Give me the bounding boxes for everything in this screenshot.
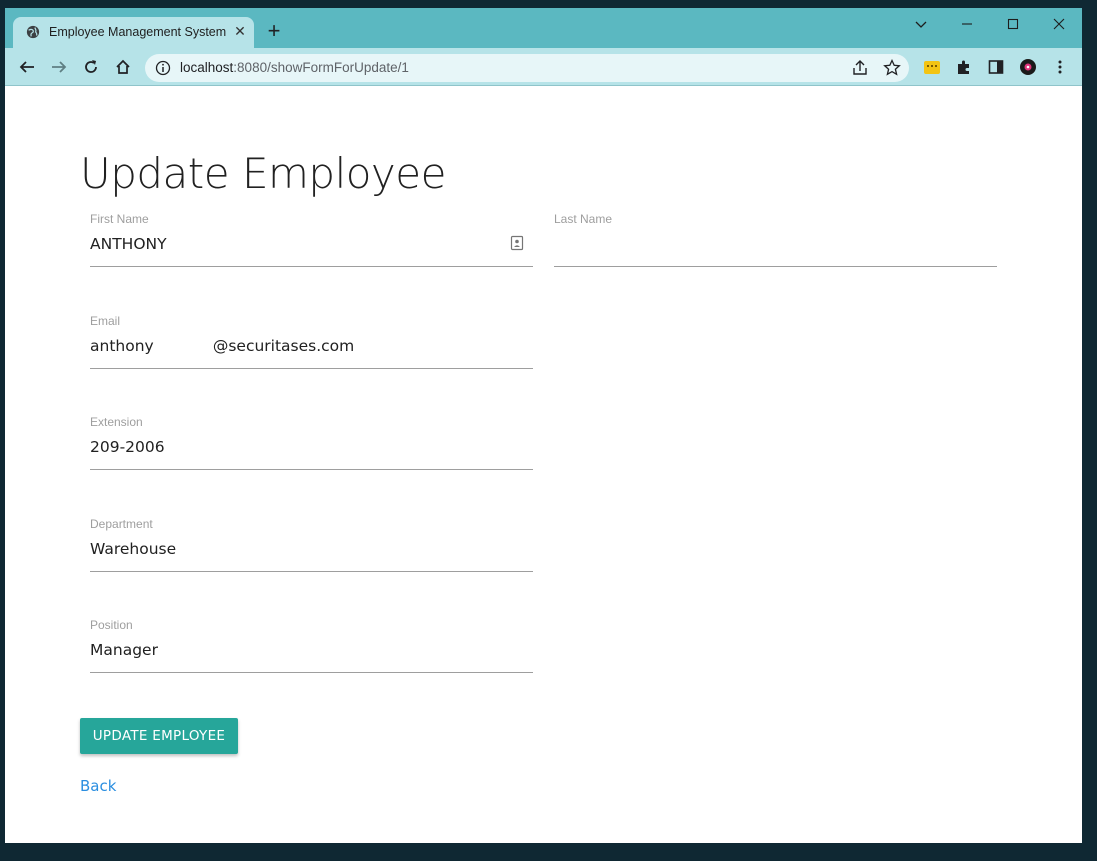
department-label: Department	[90, 517, 153, 531]
tab-strip: Employee Management System ✕ +	[5, 8, 1082, 48]
forward-icon[interactable]	[47, 55, 71, 79]
menu-icon[interactable]	[1048, 55, 1072, 79]
browser-window: Employee Management System ✕ + localhost…	[5, 8, 1082, 843]
tab-close-icon[interactable]: ✕	[231, 22, 249, 40]
extension-field[interactable]: Extension	[90, 415, 533, 473]
position-input[interactable]	[90, 638, 500, 662]
reload-icon[interactable]	[79, 55, 103, 79]
position-label: Position	[90, 618, 133, 632]
last-name-underline	[554, 266, 997, 267]
share-icon[interactable]	[850, 58, 870, 78]
last-name-label: Last Name	[554, 212, 613, 226]
bookmark-star-icon[interactable]	[882, 58, 902, 78]
close-window-icon[interactable]	[1036, 12, 1082, 36]
minimize-icon[interactable]	[944, 12, 990, 36]
profile-icon[interactable]	[1016, 55, 1040, 79]
url-text[interactable]: localhost:8080/showFormForUpdate/1	[180, 60, 409, 75]
department-input[interactable]	[90, 537, 500, 561]
puzzle-icon[interactable]	[952, 55, 976, 79]
last-name-input[interactable]	[554, 232, 964, 256]
back-link[interactable]: Back	[80, 777, 116, 795]
info-icon[interactable]	[155, 60, 171, 76]
back-icon[interactable]	[15, 55, 39, 79]
browser-tab[interactable]: Employee Management System ✕	[13, 17, 254, 48]
home-icon[interactable]	[111, 55, 135, 79]
update-employee-button[interactable]: UPDATE EMPLOYEE	[80, 718, 238, 754]
maximize-icon[interactable]	[990, 12, 1036, 36]
department-field[interactable]: Department	[90, 517, 533, 575]
globe-icon	[26, 25, 40, 39]
address-bar[interactable]: localhost:8080/showFormForUpdate/1	[145, 54, 909, 82]
email-input[interactable]	[90, 334, 500, 358]
extension-underline	[90, 469, 533, 470]
contact-card-icon[interactable]	[510, 235, 524, 251]
sidepanel-icon[interactable]	[984, 55, 1008, 79]
department-underline	[90, 571, 533, 572]
email-label: Email	[90, 314, 121, 328]
url-host: localhost	[180, 60, 234, 75]
email-underline	[90, 368, 533, 369]
first-name-label: First Name	[90, 212, 149, 226]
extension-icon[interactable]	[924, 61, 940, 74]
url-path: :8080/showFormForUpdate/1	[233, 60, 409, 75]
extension-input[interactable]	[90, 435, 500, 459]
position-field[interactable]: Position	[90, 618, 533, 676]
browser-toolbar: localhost:8080/showFormForUpdate/1	[5, 48, 1082, 86]
email-field[interactable]: Email	[90, 314, 533, 372]
first-name-underline	[90, 266, 533, 267]
tab-title: Employee Management System	[49, 25, 227, 39]
first-name-input[interactable]	[90, 232, 500, 256]
position-underline	[90, 672, 533, 673]
page-title: Update Employee	[80, 149, 446, 198]
page-content: Update Employee First Name Last Name Ema…	[5, 87, 1082, 843]
last-name-field[interactable]: Last Name	[554, 212, 997, 270]
new-tab-button[interactable]: +	[263, 20, 285, 43]
first-name-field[interactable]: First Name	[90, 212, 533, 270]
tab-search-icon[interactable]	[898, 12, 944, 36]
extension-label: Extension	[90, 415, 143, 429]
